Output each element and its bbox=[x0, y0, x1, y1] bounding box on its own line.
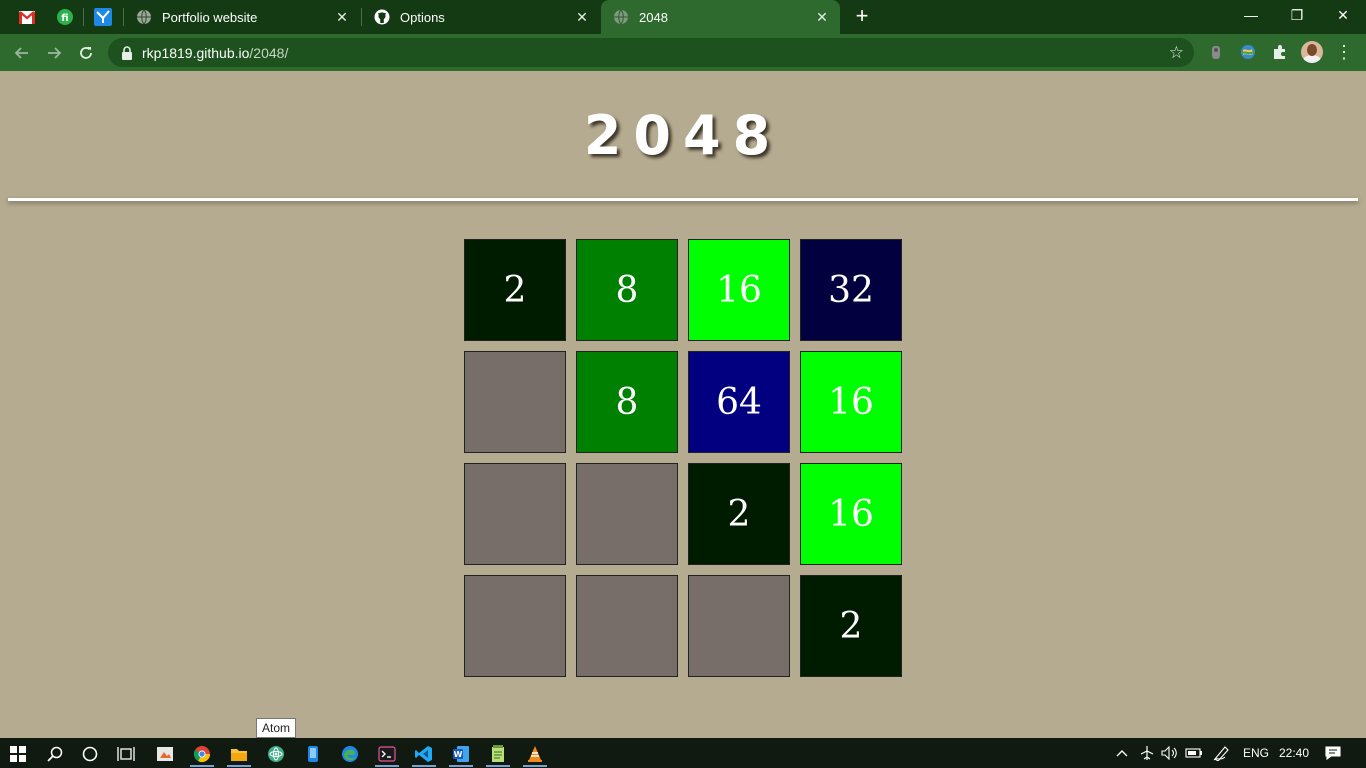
hummingbird-icon[interactable] bbox=[91, 6, 115, 28]
new-tab-button[interactable]: + bbox=[850, 5, 874, 29]
active-indicator bbox=[190, 765, 214, 767]
browser-toolbar: rkp1819.github.io/2048/ ☆ ⋮ bbox=[0, 34, 1366, 71]
lock-icon bbox=[122, 45, 132, 60]
url-path: /2048/ bbox=[249, 44, 289, 61]
active-indicator bbox=[227, 765, 251, 767]
windows-start-icon[interactable] bbox=[3, 741, 33, 767]
url-host: rkp1819.github.io bbox=[142, 44, 250, 61]
tile-16: 16 bbox=[800, 351, 902, 453]
browser-menu-icon[interactable]: ⋮ bbox=[1335, 41, 1353, 63]
empty-tile bbox=[464, 575, 566, 677]
photos-icon[interactable] bbox=[150, 741, 180, 767]
file-explorer-icon[interactable] bbox=[224, 741, 254, 767]
extension-robot-icon[interactable] bbox=[1206, 42, 1226, 62]
tab-options[interactable]: Options ✕ bbox=[362, 0, 600, 34]
task-view-icon[interactable] bbox=[111, 741, 141, 767]
notifications-icon[interactable] bbox=[1322, 738, 1344, 768]
tile-8: 8 bbox=[576, 239, 678, 341]
tile-2: 2 bbox=[688, 463, 790, 565]
tile-32: 32 bbox=[800, 239, 902, 341]
tile-64: 64 bbox=[688, 351, 790, 453]
forward-button[interactable] bbox=[41, 40, 67, 66]
language-indicator[interactable]: ENG bbox=[1240, 738, 1272, 768]
close-tab-icon[interactable]: ✕ bbox=[334, 9, 350, 25]
url-text: rkp1819.github.io/2048/ bbox=[142, 45, 288, 61]
word-icon[interactable]: W bbox=[446, 741, 476, 767]
game-title: 2048 bbox=[583, 104, 783, 167]
extension-earth-icon[interactable] bbox=[1238, 42, 1258, 62]
active-indicator bbox=[375, 765, 399, 767]
phone-icon[interactable] bbox=[298, 741, 328, 767]
globe-icon bbox=[136, 9, 152, 25]
back-button[interactable] bbox=[9, 40, 35, 66]
browser-tab-bar: fi Portfolio website ✕ Options ✕ 2048 ✕ … bbox=[0, 0, 1366, 34]
battery-icon[interactable] bbox=[1183, 738, 1205, 768]
feedly-icon[interactable]: fi bbox=[53, 6, 77, 28]
notepad-icon[interactable] bbox=[483, 741, 513, 767]
active-indicator bbox=[449, 765, 473, 767]
title-divider bbox=[8, 198, 1358, 201]
tile-16: 16 bbox=[688, 239, 790, 341]
close-tab-icon[interactable]: ✕ bbox=[574, 9, 590, 25]
airplane-icon[interactable] bbox=[1136, 738, 1158, 768]
svg-text:fi: fi bbox=[61, 13, 68, 24]
tile-2: 2 bbox=[464, 239, 566, 341]
profile-avatar[interactable] bbox=[1301, 41, 1323, 63]
tab-2048[interactable]: 2048 ✕ bbox=[601, 0, 840, 34]
empty-tile bbox=[464, 463, 566, 565]
tab-title: Portfolio website bbox=[162, 9, 258, 25]
github-icon bbox=[374, 9, 390, 25]
extensions-puzzle-icon[interactable] bbox=[1270, 42, 1290, 62]
close-window-button[interactable]: ✕ bbox=[1320, 0, 1366, 30]
empty-tile bbox=[576, 575, 678, 677]
vlc-icon[interactable] bbox=[520, 741, 550, 767]
globe-icon bbox=[613, 9, 629, 25]
tile-8: 8 bbox=[576, 351, 678, 453]
tab-portfolio-website[interactable]: Portfolio website ✕ bbox=[124, 0, 360, 34]
svg-text:W: W bbox=[454, 750, 463, 759]
address-bar[interactable]: rkp1819.github.io/2048/ ☆ bbox=[108, 38, 1194, 67]
reload-button[interactable] bbox=[73, 40, 99, 66]
tab-title: 2048 bbox=[639, 9, 668, 25]
cortana-icon[interactable] bbox=[75, 741, 105, 767]
active-indicator bbox=[486, 765, 510, 767]
pen-icon[interactable] bbox=[1210, 738, 1234, 768]
close-tab-icon[interactable]: ✕ bbox=[814, 9, 830, 25]
volume-icon[interactable] bbox=[1159, 738, 1181, 768]
vscode-icon[interactable] bbox=[409, 741, 439, 767]
restore-button[interactable]: ❐ bbox=[1274, 0, 1320, 30]
active-indicator bbox=[412, 765, 436, 767]
minimize-button[interactable]: — bbox=[1228, 0, 1274, 30]
tab-separator bbox=[83, 8, 84, 26]
gmail-icon[interactable] bbox=[15, 6, 39, 28]
chrome-icon[interactable] bbox=[187, 741, 217, 767]
tile-16: 16 bbox=[800, 463, 902, 565]
empty-tile bbox=[576, 463, 678, 565]
empty-tile bbox=[688, 575, 790, 677]
bookmark-star-icon[interactable]: ☆ bbox=[1169, 43, 1184, 63]
taskbar-tooltip: Atom bbox=[256, 718, 297, 738]
search-icon[interactable] bbox=[40, 741, 70, 767]
windows-taskbar: W ENG 22:40 bbox=[0, 738, 1366, 768]
reload-icon bbox=[80, 47, 92, 59]
atom-icon[interactable] bbox=[261, 741, 291, 767]
terminal-icon[interactable] bbox=[372, 741, 402, 767]
game-board: 2 8 16 32 8 64 16 2 16 2 bbox=[458, 233, 908, 683]
edge-icon[interactable] bbox=[335, 741, 365, 767]
tab-title: Options bbox=[400, 9, 445, 25]
back-arrow-icon bbox=[14, 47, 28, 59]
empty-tile bbox=[464, 351, 566, 453]
tile-2: 2 bbox=[800, 575, 902, 677]
tray-chevron-icon[interactable] bbox=[1112, 738, 1132, 768]
forward-arrow-icon bbox=[48, 47, 62, 59]
clock[interactable]: 22:40 bbox=[1276, 738, 1312, 768]
active-indicator bbox=[523, 765, 547, 767]
